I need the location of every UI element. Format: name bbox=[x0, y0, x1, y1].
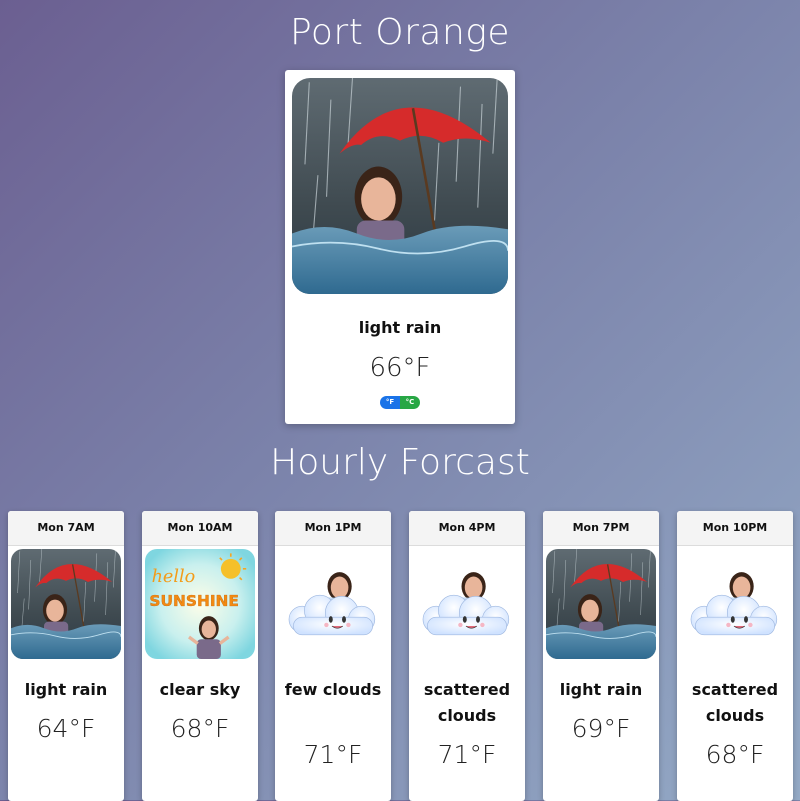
hourly-card: Mon 10AM hello SUNSHINE clear sky 68°F bbox=[142, 511, 258, 801]
hourly-time: Mon 1PM bbox=[275, 511, 391, 546]
city-title: Port Orange bbox=[289, 12, 511, 53]
hourly-card: Mon 7AM light rain 64°F bbox=[8, 511, 124, 801]
hourly-temperature: 68°F bbox=[705, 740, 765, 769]
current-description: light rain bbox=[358, 318, 442, 337]
sunshine-text-line2: SUNSHINE bbox=[149, 592, 239, 610]
hourly-description: scattered clouds bbox=[423, 680, 511, 725]
current-temperature: 66°F bbox=[369, 353, 431, 383]
hourly-temperature: 68°F bbox=[170, 714, 230, 743]
hourly-card: Mon 7PM light rain 69°F bbox=[543, 511, 659, 801]
hourly-description: light rain bbox=[559, 680, 643, 699]
unit-toggle: °F °C bbox=[380, 396, 420, 409]
celsius-button[interactable]: °C bbox=[400, 396, 420, 409]
hourly-description: scattered clouds bbox=[691, 680, 779, 725]
fahrenheit-button[interactable]: °F bbox=[380, 396, 400, 409]
rain-umbrella-image bbox=[11, 549, 121, 659]
cloud-image bbox=[278, 549, 388, 659]
cloud-image bbox=[680, 549, 790, 659]
hourly-time: Mon 10PM bbox=[677, 511, 793, 546]
hourly-time: Mon 10AM bbox=[142, 511, 258, 546]
cloud-image bbox=[412, 549, 522, 659]
hourly-card: Mon 1PM few clouds 71°F bbox=[275, 511, 391, 801]
rain-umbrella-image bbox=[292, 78, 508, 294]
hourly-time: Mon 4PM bbox=[409, 511, 525, 546]
hourly-time: Mon 7PM bbox=[543, 511, 659, 546]
hourly-description: light rain bbox=[24, 680, 108, 699]
rain-umbrella-image bbox=[546, 549, 656, 659]
hourly-forecast-title: Hourly Forcast bbox=[270, 442, 530, 483]
hourly-temperature: 71°F bbox=[437, 740, 497, 769]
hourly-card: Mon 10PM scattered clouds 68°F bbox=[677, 511, 793, 801]
hello-sunshine-image: hello SUNSHINE bbox=[145, 549, 255, 659]
hourly-temperature: 64°F bbox=[36, 714, 96, 743]
hourly-description: few clouds bbox=[284, 680, 382, 699]
sunshine-text-line1: hello bbox=[152, 567, 196, 587]
hourly-card: Mon 4PM scattered clouds 71°F bbox=[409, 511, 525, 801]
current-weather-card: light rain 66°F °F °C bbox=[285, 70, 515, 424]
hourly-temperature: 71°F bbox=[303, 740, 363, 769]
hourly-description: clear sky bbox=[159, 680, 241, 699]
hourly-time: Mon 7AM bbox=[8, 511, 124, 546]
hourly-temperature: 69°F bbox=[571, 714, 631, 743]
